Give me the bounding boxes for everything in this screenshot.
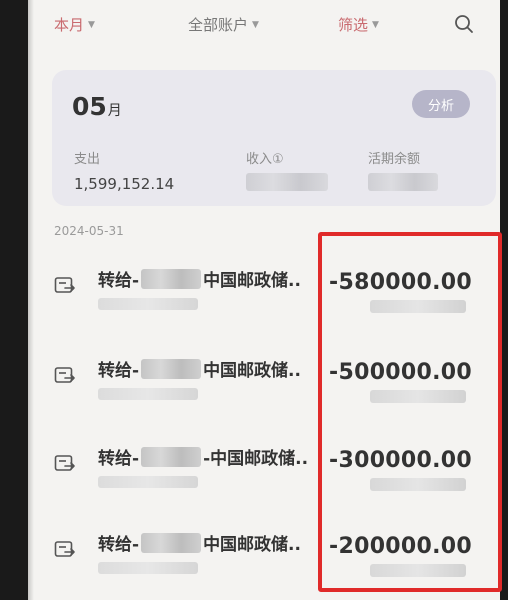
expense-label: 支出 [74,152,101,167]
transfer-icon [54,541,75,557]
transfer-icon [54,367,75,383]
transaction-title: 转给- -中国邮政储.. [98,444,308,469]
transaction-prefix: 转给- [98,271,140,291]
transaction-subtitle-redacted [98,562,198,574]
month-number: 05 [72,92,107,121]
caret-down-icon: ▼ [252,19,259,30]
transaction-prefix: 转给- [98,361,140,381]
transaction-subtitle-redacted [98,476,198,488]
balance-label: 活期余额 [368,152,421,167]
expense-stat: 支出 1,599,152.14 [74,148,174,193]
month-unit: 月 [107,103,122,119]
transaction-bank: 中国邮政储.. [203,535,301,555]
transaction-bank: 中国邮政储.. [203,361,301,381]
balance-stat: 活期余额 [368,148,438,191]
balance-value-redacted [368,173,438,191]
transaction-prefix: 转给- [98,449,140,469]
month-filter-label: 本月 [54,16,85,34]
transaction-subtitle-redacted [98,298,198,310]
filter-bar: 本月 ▼ 全部账户 ▼ 筛选 ▼ [28,10,500,38]
transaction-title: 转给- 中国邮政储.. [98,356,301,381]
account-filter[interactable]: 全部账户 ▼ [188,14,259,35]
transaction-bank: -中国邮政储.. [203,449,309,469]
income-stat[interactable]: 收入① [246,148,328,191]
recipient-name-redacted [141,358,202,379]
income-label: 收入① [246,152,284,167]
caret-down-icon: ▼ [372,19,379,30]
recipient-name-redacted [141,446,202,467]
transfer-icon [54,455,75,471]
transaction-prefix: 转给- [98,535,140,555]
search-icon[interactable] [454,14,474,34]
month-heading: 05 月 [72,92,122,121]
account-filter-label: 全部账户 [188,16,249,34]
screen-filter[interactable]: 筛选 ▼ [338,14,379,35]
income-value-redacted [246,173,328,191]
expense-value: 1,599,152.14 [74,175,175,193]
date-header: 2024-05-31 [54,224,124,238]
monthly-summary-card: 05 月 分析 支出 1,599,152.14 收入① 活期余额 [52,70,496,206]
recipient-name-redacted [141,268,202,289]
month-filter[interactable]: 本月 ▼ [54,14,95,35]
transaction-title: 转给- 中国邮政储.. [98,266,301,291]
caret-down-icon: ▼ [88,19,95,30]
analyze-button[interactable]: 分析 [412,90,470,118]
recipient-name-redacted [141,532,202,553]
screen-filter-label: 筛选 [338,16,369,34]
transfer-icon [54,277,75,293]
highlight-annotation-box [318,232,502,592]
transaction-title: 转给- 中国邮政储.. [98,530,301,555]
transaction-bank: 中国邮政储.. [203,271,301,291]
transaction-subtitle-redacted [98,388,198,400]
